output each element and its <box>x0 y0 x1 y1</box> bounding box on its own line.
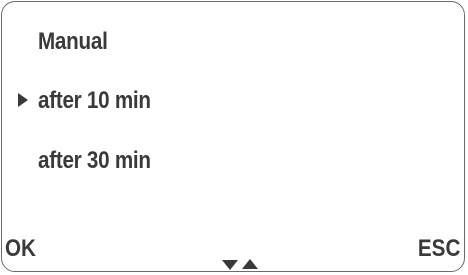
scroll-down-icon[interactable] <box>222 260 238 270</box>
menu-item-after-30-min[interactable]: after 30 min <box>38 147 151 175</box>
scroll-up-icon[interactable] <box>242 259 258 269</box>
selection-arrow-icon <box>18 93 28 107</box>
ok-softkey[interactable]: OK <box>5 235 36 263</box>
menu-item-after-10-min[interactable]: after 10 min <box>38 87 151 115</box>
display-screen: Manual after 10 min after 30 min OK ESC <box>1 1 465 272</box>
esc-softkey[interactable]: ESC <box>418 235 460 263</box>
menu-item-manual[interactable]: Manual <box>38 28 108 56</box>
scroll-indicator <box>222 259 262 271</box>
